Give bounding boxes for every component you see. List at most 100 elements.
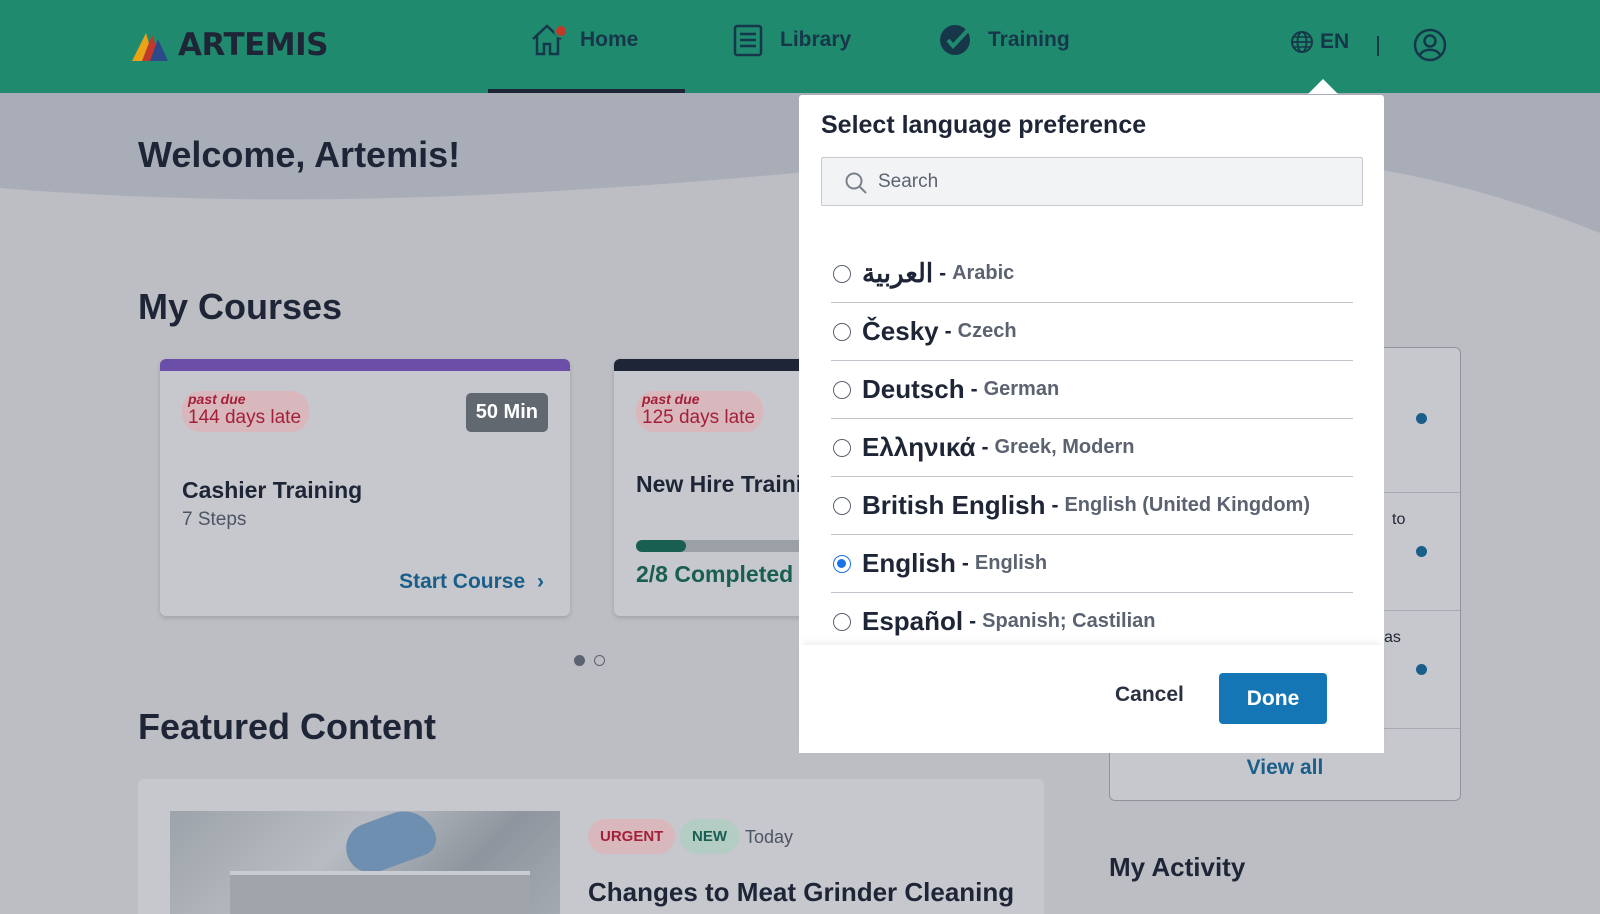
brand-name: ARTEMIS [178,27,329,63]
language-radio[interactable] [833,264,851,283]
dialog-footer: Cancel Done [799,645,1384,753]
language-preference-dialog: Select language preference العربية - Ara… [799,95,1384,753]
separator-dash: - [970,377,978,401]
unread-indicator [1416,546,1427,557]
featured-content-heading: Featured Content [138,706,437,747]
course-title: Cashier Training [182,477,363,503]
language-radio[interactable] [833,612,851,631]
course-progress-fill [636,540,686,552]
past-due-label: past due [188,391,246,407]
separator-dash: - [944,319,952,343]
nav-library[interactable]: Library [730,22,851,58]
view-all-link[interactable]: View all [1110,756,1460,780]
nav-home[interactable]: Home [530,22,638,58]
language-option-czech[interactable]: Česky - Czech [831,303,1353,361]
past-due-badge: past due 144 days late [182,391,310,432]
featured-title: Changes to Meat Grinder Cleaning [588,877,1015,907]
course-steps: 7 Steps [182,509,247,530]
language-option-spanish[interactable]: Español - Spanish; Castilian [831,593,1353,651]
nav-library-label: Library [780,28,852,51]
separator-dash: - [1051,493,1059,517]
native-language-name: العربية [862,258,934,288]
language-option-german[interactable]: Deutsch - German [831,361,1353,419]
done-button[interactable]: Done [1219,673,1327,724]
chevron-right-icon: › [537,570,544,593]
user-account-icon[interactable] [1413,28,1447,62]
english-language-name: Greek, Modern [994,436,1135,458]
featured-content-card[interactable]: URGENT NEW Today Changes to Meat Grinder… [138,779,1044,914]
course-title: New Hire Trainir [636,471,812,497]
popover-arrow [1308,79,1338,94]
home-icon [532,24,566,56]
top-navigation-bar: ARTEMIS Home Library Training EN [0,0,1600,93]
past-due-label: past due [642,391,700,407]
start-course-label: Start Course [399,570,526,593]
featured-date: Today [745,827,794,847]
library-icon [733,24,763,57]
language-option-british-english[interactable]: British English - English (United Kingdo… [831,477,1353,535]
native-language-name: Ελληνικά [862,432,976,462]
nav-home-label: Home [580,28,639,51]
search-icon [845,172,867,194]
past-due-badge: past due 125 days late [636,391,764,432]
course-card-color-bar [160,359,570,371]
duration-badge: 50 Min [465,393,548,432]
native-language-name: Deutsch [862,374,965,404]
english-language-name: German [983,378,1060,400]
language-list: العربية - Arabic Česky - Czech Deutsch -… [831,245,1353,651]
language-search [821,157,1363,206]
separator-dash: - [969,609,977,633]
native-language-name: Česky [862,316,939,346]
nav-training[interactable]: Training [938,22,1070,58]
carousel-pagination [574,655,605,666]
language-radio[interactable] [833,380,851,399]
native-language-name: British English [862,490,1046,520]
unread-indicator [1416,664,1427,675]
start-course-link[interactable]: Start Course › [399,570,544,594]
language-option-arabic[interactable]: العربية - Arabic [831,245,1353,303]
days-late-label: 125 days late [642,407,756,428]
english-language-name: Spanish; Castilian [982,610,1156,632]
glove-shape [339,811,441,880]
carousel-dot[interactable] [574,655,585,666]
separator-dash: - [961,551,969,575]
welcome-heading: Welcome, Artemis! [138,134,461,175]
globe-icon [1291,31,1313,53]
notification-text: as [1384,629,1401,646]
unread-indicator [1416,413,1427,424]
language-radio[interactable] [833,496,851,515]
separator-dash: - [981,435,989,459]
language-radio[interactable] [833,322,851,341]
nav-training-label: Training [988,28,1070,51]
english-language-name: English (United Kingdom) [1064,494,1310,516]
language-selector-button[interactable]: EN [1290,30,1349,54]
tray-shape [230,871,530,914]
search-input[interactable] [878,168,1338,196]
artemis-logo-icon [132,33,168,61]
training-check-icon [940,25,970,55]
language-code: EN [1320,30,1350,53]
days-late-label: 144 days late [188,407,302,428]
native-language-name: Español [862,606,964,636]
language-option-english[interactable]: English - English [831,535,1353,593]
english-language-name: Arabic [952,262,1015,284]
language-option-greek[interactable]: Ελληνικά - Greek, Modern [831,419,1353,477]
english-language-name: English [974,552,1048,574]
language-radio[interactable] [833,438,851,457]
carousel-dot[interactable] [594,655,605,666]
english-language-name: Czech [957,320,1017,342]
separator-dash: - [939,261,947,285]
course-progress-text: 2/8 Completed [636,561,794,587]
header-divider [1377,36,1379,56]
my-courses-heading: My Courses [138,286,343,327]
language-radio-selected[interactable] [833,554,851,573]
cancel-button[interactable]: Cancel [1115,683,1184,707]
urgent-tag: URGENT [588,819,676,854]
brand-logo[interactable]: ARTEMIS [132,27,329,63]
my-activity-heading: My Activity [1109,852,1246,882]
native-language-name: English [862,548,956,578]
dialog-title: Select language preference [821,111,1147,139]
featured-image [170,811,560,914]
course-card[interactable]: past due 144 days late 50 Min Cashier Tr… [160,359,570,616]
new-tag: NEW [680,819,739,854]
